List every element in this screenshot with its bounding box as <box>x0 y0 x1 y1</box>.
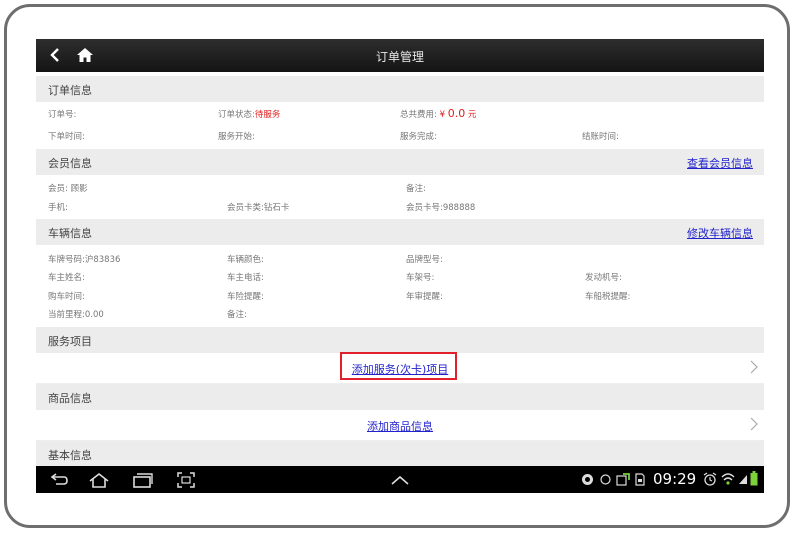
order-section-title: 订单信息 <box>48 84 92 97</box>
alarm-clock-icon <box>703 472 717 486</box>
nav-back-icon[interactable] <box>50 473 68 487</box>
vehicle-color: 车辆颜色: <box>227 255 264 265</box>
service-section-title: 服务项目 <box>48 335 92 348</box>
total-label: 总共费用: <box>400 110 437 120</box>
vehicle-section-title: 车辆信息 <box>48 227 92 240</box>
inspection-remind: 年审提醒: <box>406 292 443 302</box>
owner-name: 车主姓名: <box>48 273 85 283</box>
total-unit: 元 <box>467 110 477 120</box>
vehicle-brand: 品牌型号: <box>406 255 443 265</box>
total-currency: ¥ <box>439 110 445 120</box>
nav-home-icon[interactable] <box>88 472 110 488</box>
chevron-up-icon[interactable] <box>391 475 409 485</box>
system-nav-bar: 09:29 <box>36 466 764 493</box>
member-section-title: 会员信息 <box>48 157 92 170</box>
service-done-label: 服务完成: <box>400 132 437 142</box>
member-card-no: 会员卡号:988888 <box>406 203 476 213</box>
goods-section-title: 商品信息 <box>48 392 92 405</box>
order-no-label: 订单号: <box>48 110 77 120</box>
member-card-type: 会员卡类:钻石卡 <box>227 203 290 213</box>
add-goods-row[interactable]: 添加商品信息 <box>36 410 764 441</box>
owner-phone: 车主电话: <box>227 273 264 283</box>
member-remark: 备注: <box>406 184 426 194</box>
vehicle-remark: 备注: <box>227 310 247 320</box>
goods-section-header: 商品信息 <box>36 384 764 410</box>
page-title: 订单管理 <box>375 50 424 64</box>
vehicle-plate: 车牌号码:沪83836 <box>48 255 121 265</box>
nav-recent-apps-icon[interactable] <box>133 472 153 488</box>
app-screen: 订单管理 订单信息 订单号: 订单状态:待服务 总共费用: ¥ 0.0 元 下单… <box>36 39 764 493</box>
service-section-header: 服务项目 <box>36 327 764 353</box>
battery-icon <box>750 471 758 486</box>
tax-remind: 车船税提醒: <box>585 292 631 302</box>
member-section-header: 会员信息 查看会员信息 <box>36 149 764 175</box>
order-time-label: 下单时间: <box>48 132 85 142</box>
order-section-header: 订单信息 <box>36 76 764 102</box>
vehicle-section-header: 车辆信息 修改车辆信息 <box>36 219 764 245</box>
order-status-label: 订单状态: <box>218 110 255 120</box>
highlight-box <box>340 352 457 380</box>
add-goods-link[interactable]: 添加商品信息 <box>36 418 764 434</box>
top-bar: 订单管理 <box>36 39 764 72</box>
settle-time-label: 结账时间: <box>582 132 619 142</box>
current-mileage: 当前里程:0.00 <box>48 310 104 320</box>
chevron-right-icon <box>750 417 758 431</box>
order-total: 总共费用: ¥ 0.0 元 <box>400 107 476 120</box>
order-status: 订单状态:待服务 <box>218 108 280 120</box>
wifi-icon <box>721 473 735 485</box>
service-start-label: 服务开始: <box>218 132 255 142</box>
view-member-link[interactable]: 查看会员信息 <box>687 155 753 171</box>
chevron-right-icon <box>750 360 758 374</box>
order-status-value: 待服务 <box>254 110 281 120</box>
sync-icon <box>582 474 593 485</box>
purchase-time: 购车时间: <box>48 292 85 302</box>
total-value: 0.0 <box>447 107 466 120</box>
basic-section-title: 基本信息 <box>48 449 92 462</box>
basic-section-header: 基本信息 <box>36 441 764 467</box>
member-phone: 手机: <box>48 203 68 213</box>
member-name: 会员: 顾影 <box>48 184 88 194</box>
download-icon <box>616 473 630 486</box>
engine-no: 发动机号: <box>585 273 622 283</box>
signal-icon <box>739 475 747 484</box>
clock: 09:29 <box>653 470 697 488</box>
insurance-remind: 车险提醒: <box>227 292 264 302</box>
frame-no: 车架号: <box>406 273 435 283</box>
sd-card-icon <box>635 473 645 486</box>
alarm-small-icon <box>600 474 611 485</box>
screenshot-icon[interactable] <box>177 472 195 488</box>
edit-vehicle-link[interactable]: 修改车辆信息 <box>687 225 753 241</box>
